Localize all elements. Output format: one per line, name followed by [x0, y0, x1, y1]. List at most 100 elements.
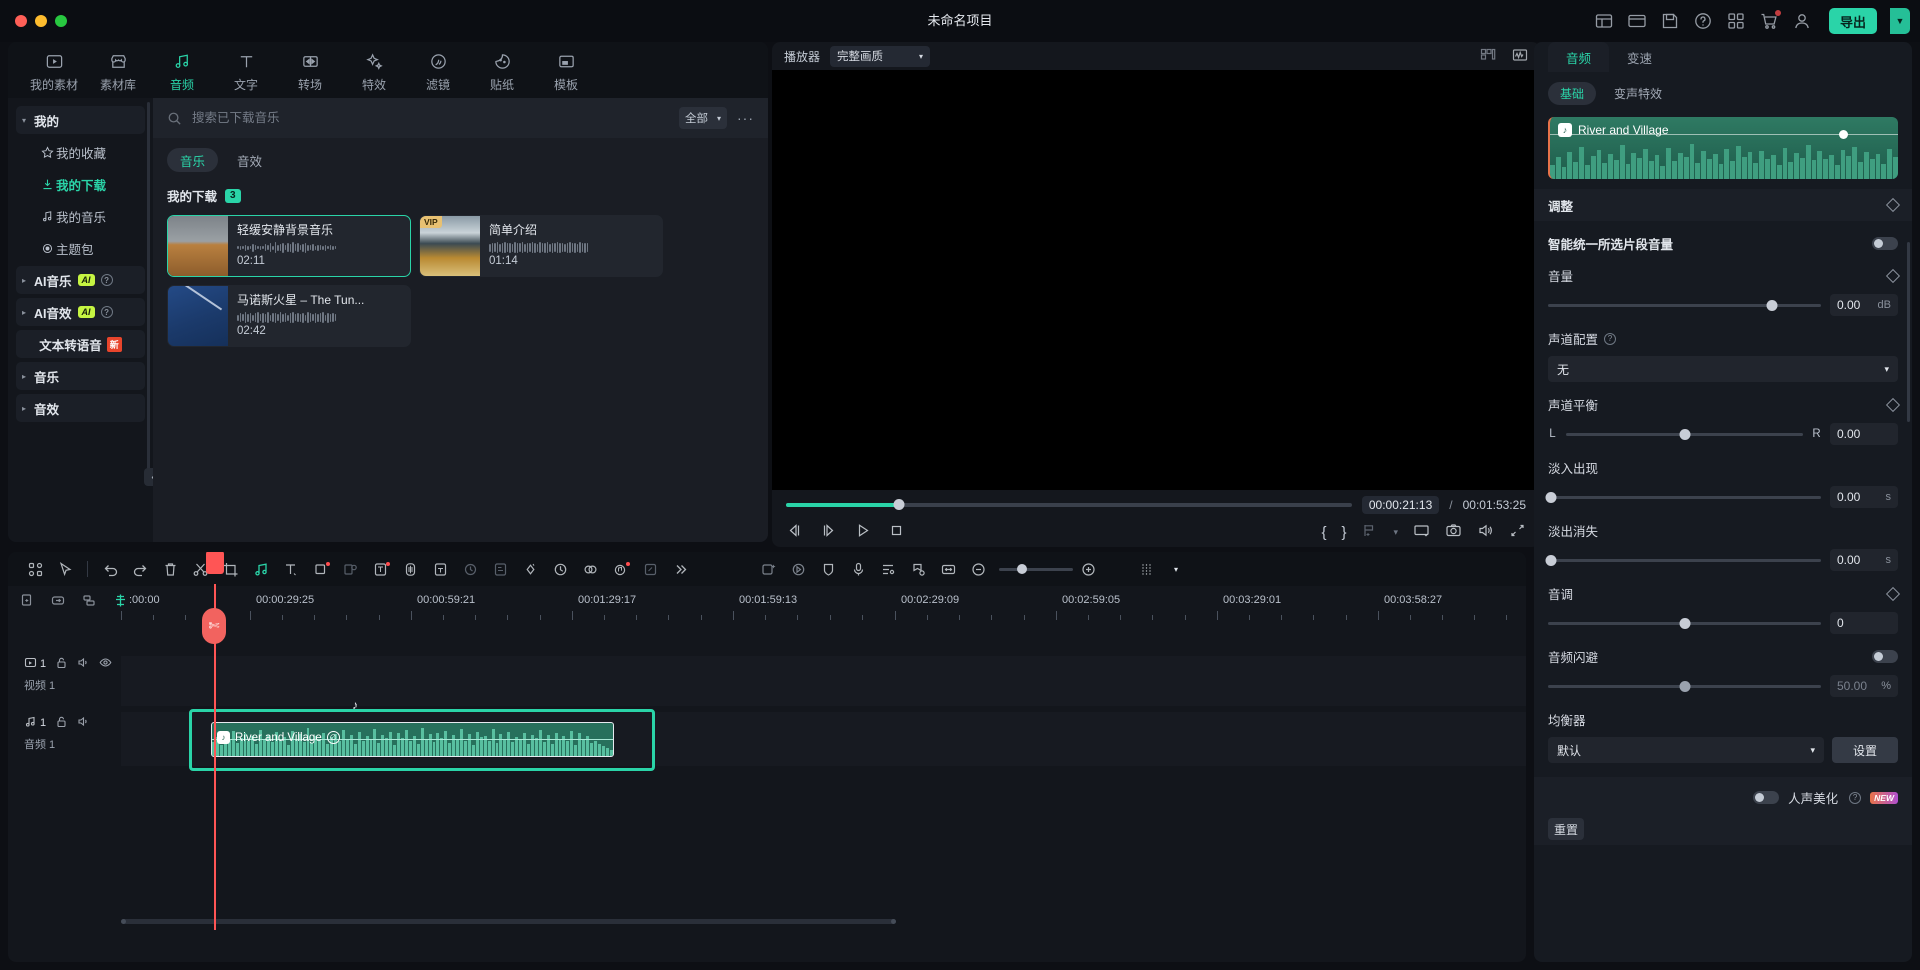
- lock-icon[interactable]: [55, 715, 68, 731]
- pitch-slider[interactable]: [1548, 622, 1821, 625]
- grid-layout-icon[interactable]: [1480, 47, 1496, 66]
- mic-icon[interactable]: [843, 561, 873, 578]
- more-options-icon[interactable]: ···: [737, 110, 754, 126]
- clip-volume-knob[interactable]: [1839, 130, 1848, 139]
- sidebar-item-my-music[interactable]: 我的音乐: [16, 202, 145, 230]
- clip-selection-box[interactable]: ♪ River and Village ∅: [189, 709, 655, 771]
- fade-in-value-box[interactable]: 0.00 s: [1830, 486, 1898, 508]
- chevron-down-icon[interactable]: ▾: [1161, 565, 1191, 574]
- quality-dropdown[interactable]: 完整画质 ▾: [830, 46, 930, 67]
- zoom-in-icon[interactable]: [1073, 561, 1103, 578]
- eye-icon[interactable]: [99, 656, 112, 672]
- auto-normalize-toggle[interactable]: [1872, 237, 1898, 250]
- maximize-window-icon[interactable]: [55, 15, 67, 27]
- group-icon[interactable]: [82, 593, 97, 611]
- snapshot-icon[interactable]: [1445, 522, 1462, 542]
- shield-icon[interactable]: [813, 561, 843, 578]
- link-icon[interactable]: [51, 593, 66, 611]
- speed-icon[interactable]: [545, 561, 575, 578]
- zoom-slider[interactable]: [999, 568, 1073, 571]
- fade-in-slider-knob[interactable]: [1545, 492, 1556, 503]
- keyframe-diamond-icon[interactable]: [1886, 198, 1900, 212]
- speech-to-text-icon[interactable]: [425, 561, 455, 578]
- mark-in-button[interactable]: {: [1321, 524, 1326, 541]
- equalizer-dropdown[interactable]: 默认 ▾: [1548, 737, 1824, 763]
- tab-speed-properties[interactable]: 变速: [1609, 42, 1670, 72]
- tab-audio-properties[interactable]: 音频: [1548, 42, 1609, 72]
- fit-icon[interactable]: [933, 561, 963, 578]
- audio-wave-icon[interactable]: [395, 561, 425, 578]
- fullscreen-icon[interactable]: [1509, 522, 1526, 542]
- sidebar-item-sfx[interactable]: ▸ 音效: [16, 394, 145, 422]
- audio-detach-icon[interactable]: [245, 561, 275, 578]
- record-screen-icon[interactable]: [783, 561, 813, 578]
- fade-out-value-box[interactable]: 0.00 s: [1830, 549, 1898, 571]
- window-controls[interactable]: [15, 15, 67, 27]
- color-match-icon[interactable]: [335, 561, 365, 578]
- zoom-slider-knob[interactable]: [1017, 564, 1027, 574]
- help-circle-icon[interactable]: ?: [101, 274, 113, 286]
- pill-voice-effects[interactable]: 变声特效: [1602, 82, 1674, 105]
- ducking-toggle[interactable]: [1872, 650, 1898, 663]
- mask-icon[interactable]: [305, 561, 335, 578]
- equalizer-settings-button[interactable]: 设置: [1832, 737, 1898, 763]
- pitch-slider-knob[interactable]: [1679, 618, 1690, 629]
- playhead-handle[interactable]: [206, 552, 224, 574]
- cart-icon[interactable]: [1759, 11, 1779, 31]
- help-circle-icon[interactable]: ?: [101, 306, 113, 318]
- reset-button[interactable]: 重置: [1548, 818, 1584, 840]
- playback-slider[interactable]: [786, 503, 1352, 507]
- volume-slider[interactable]: [1548, 304, 1821, 307]
- ducking-value-box[interactable]: 50.00 %: [1830, 675, 1898, 697]
- keyframe-diamond-icon[interactable]: [1886, 268, 1900, 282]
- list-item[interactable]: VIP 简单介绍 01:14: [419, 215, 663, 277]
- subtab-music[interactable]: 音乐: [167, 148, 218, 172]
- minimize-window-icon[interactable]: [35, 15, 47, 27]
- redo-icon[interactable]: [125, 561, 155, 578]
- more-icon[interactable]: [665, 561, 695, 578]
- marker-icon[interactable]: [903, 561, 933, 578]
- mute-icon[interactable]: [77, 656, 90, 672]
- pitch-value-box[interactable]: 0: [1830, 612, 1898, 634]
- tab-my-media[interactable]: 我的素材: [24, 48, 84, 93]
- grid-apps-icon[interactable]: [1726, 11, 1746, 31]
- tab-text[interactable]: 文字: [216, 48, 276, 93]
- video-canvas[interactable]: [772, 70, 1540, 490]
- zoom-slider-track[interactable]: [999, 568, 1073, 571]
- help-circle-icon[interactable]: ?: [1849, 792, 1861, 804]
- sidebar-item-downloads[interactable]: 我的下载: [16, 170, 145, 198]
- export-button[interactable]: 导出: [1829, 8, 1877, 34]
- volume-value-box[interactable]: 0.00 dB: [1830, 294, 1898, 316]
- mute-icon[interactable]: [77, 715, 90, 731]
- sidebar-item-ai-sfx[interactable]: ▸ AI音效 AI ?: [16, 298, 145, 326]
- delete-icon[interactable]: [155, 561, 185, 578]
- zoom-out-icon[interactable]: [963, 561, 993, 578]
- sidebar-item-favorites[interactable]: 我的收藏: [16, 138, 145, 166]
- timeline-body[interactable]: 1 视频 1 1 音频 1: [8, 620, 1526, 930]
- mark-out-button[interactable]: }: [1341, 524, 1346, 541]
- keyframe-icon[interactable]: [515, 561, 545, 578]
- lock-icon[interactable]: [55, 656, 68, 672]
- volume-icon[interactable]: [1477, 522, 1494, 542]
- channel-balance-slider[interactable]: [1566, 433, 1803, 436]
- tab-template[interactable]: 模板: [536, 48, 596, 93]
- tab-transition[interactable]: 转场: [280, 48, 340, 93]
- monitor-icon[interactable]: [1627, 11, 1647, 31]
- chroma-icon[interactable]: [575, 561, 605, 578]
- voice-enhance-toggle[interactable]: [1753, 791, 1779, 804]
- marker-icon[interactable]: [1361, 522, 1378, 542]
- volume-slider-knob[interactable]: [1766, 300, 1777, 311]
- layout-grid-icon[interactable]: [1594, 11, 1614, 31]
- tab-sticker[interactable]: 贴纸: [472, 48, 532, 93]
- close-window-icon[interactable]: [15, 15, 27, 27]
- chevron-down-icon[interactable]: ▾: [1393, 527, 1398, 538]
- sidebar-item-text-to-speech[interactable]: 文本转语音 新: [16, 330, 145, 358]
- playback-slider-knob[interactable]: [894, 499, 905, 510]
- text-icon[interactable]: [275, 561, 305, 578]
- timeline-horizontal-scrollbar[interactable]: [121, 919, 896, 924]
- pointer-icon[interactable]: [50, 561, 80, 578]
- tracks-icon[interactable]: [1131, 561, 1161, 578]
- timeline-ruler[interactable]: :00:00 00:00:29:25 00:00:59:21 00:01:29:…: [8, 586, 1526, 620]
- user-icon[interactable]: [1792, 11, 1812, 31]
- mixer-icon[interactable]: [873, 561, 903, 578]
